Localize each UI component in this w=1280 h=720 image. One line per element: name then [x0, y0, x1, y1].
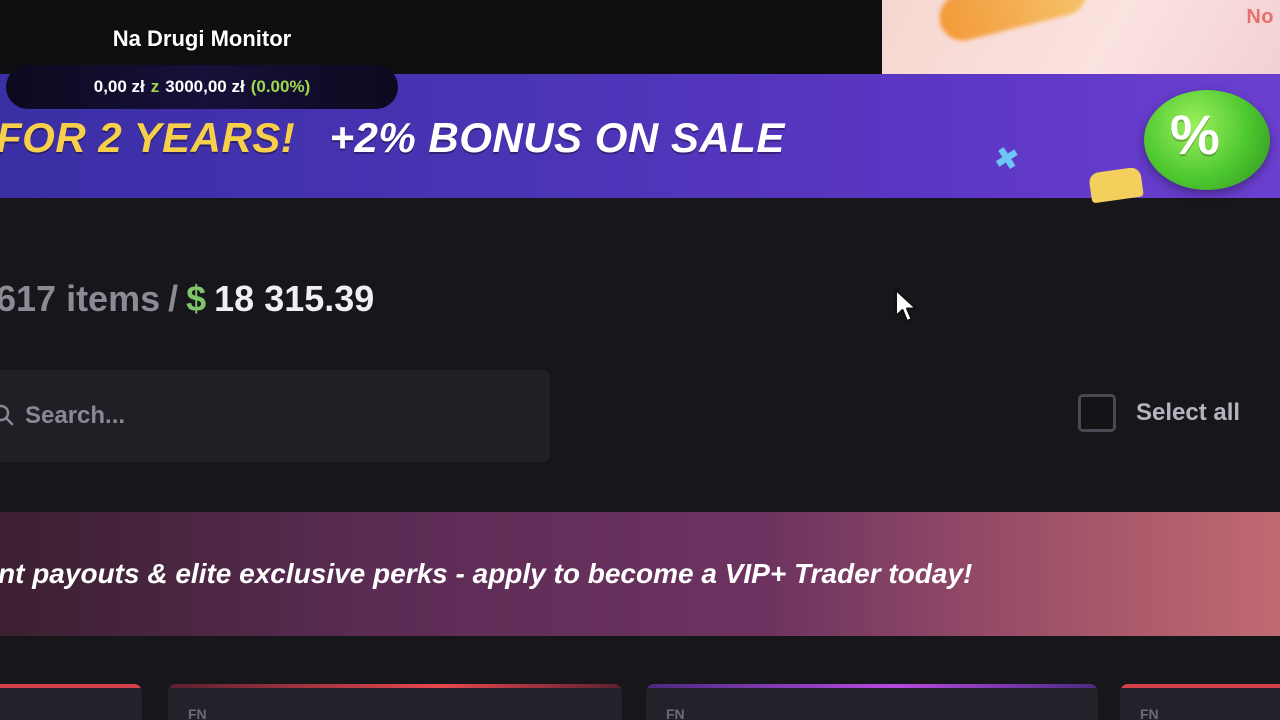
- percent-badge-icon: %: [1144, 90, 1270, 190]
- mouse-cursor-icon: [895, 289, 917, 322]
- item-card[interactable]: FN: [646, 684, 1098, 720]
- item-card[interactable]: FN: [1120, 684, 1280, 720]
- popup-corner-text: No: [1246, 6, 1274, 28]
- overlay-title: Na Drugi Monitor: [112, 26, 292, 51]
- promo-headline: FOR 2 YEARS! +2% BONUS ON SALE: [0, 114, 785, 162]
- donation-goal-overlay: Na Drugi Monitor 0,00 zł z 3000,00 zł (0…: [6, 24, 398, 110]
- item-card-row: FN FN FN: [0, 684, 1280, 720]
- app-window: No FOR 2 YEARS! +2% BONUS ON SALE ✖ % Na…: [0, 0, 1280, 720]
- summary-separator: /: [168, 278, 179, 319]
- search-placeholder: Search...: [25, 402, 126, 429]
- vip-banner-text: nt payouts & elite exclusive perks - app…: [0, 558, 973, 589]
- item-wear-tag: FN: [188, 706, 207, 720]
- select-all-label[interactable]: Select all: [1136, 399, 1240, 427]
- item-count: 617 items: [0, 278, 161, 319]
- goal-connector: z: [150, 77, 160, 96]
- search-icon: [0, 404, 14, 426]
- search-input[interactable]: Search...: [0, 370, 550, 462]
- promo-years-text: FOR 2 YEARS!: [0, 114, 296, 161]
- goal-percent: (0.00%): [250, 77, 311, 96]
- goal-current: 0,00 zł: [93, 77, 145, 96]
- goal-target: 3000,00 zł: [165, 77, 245, 96]
- goal-progress-bar: 0,00 zł z 3000,00 zł (0.00%): [6, 65, 398, 109]
- item-card[interactable]: FN: [168, 684, 622, 720]
- item-wear-tag: FN: [1140, 706, 1159, 720]
- vip-banner[interactable]: nt payouts & elite exclusive perks - app…: [0, 512, 1280, 636]
- item-card[interactable]: [0, 684, 142, 720]
- currency-symbol: $: [186, 278, 207, 319]
- inventory-summary: 617 items / $18 315.39: [0, 278, 374, 320]
- promo-bonus-text: +2% BONUS ON SALE: [329, 114, 785, 161]
- popup-decoration: [934, 0, 1092, 46]
- select-all-checkbox[interactable]: [1078, 394, 1116, 432]
- percent-badge-symbol: %: [1170, 103, 1220, 166]
- inventory-total-value: 18 315.39: [214, 278, 375, 319]
- select-all-control[interactable]: Select all: [1078, 394, 1240, 432]
- item-wear-tag: FN: [666, 706, 685, 720]
